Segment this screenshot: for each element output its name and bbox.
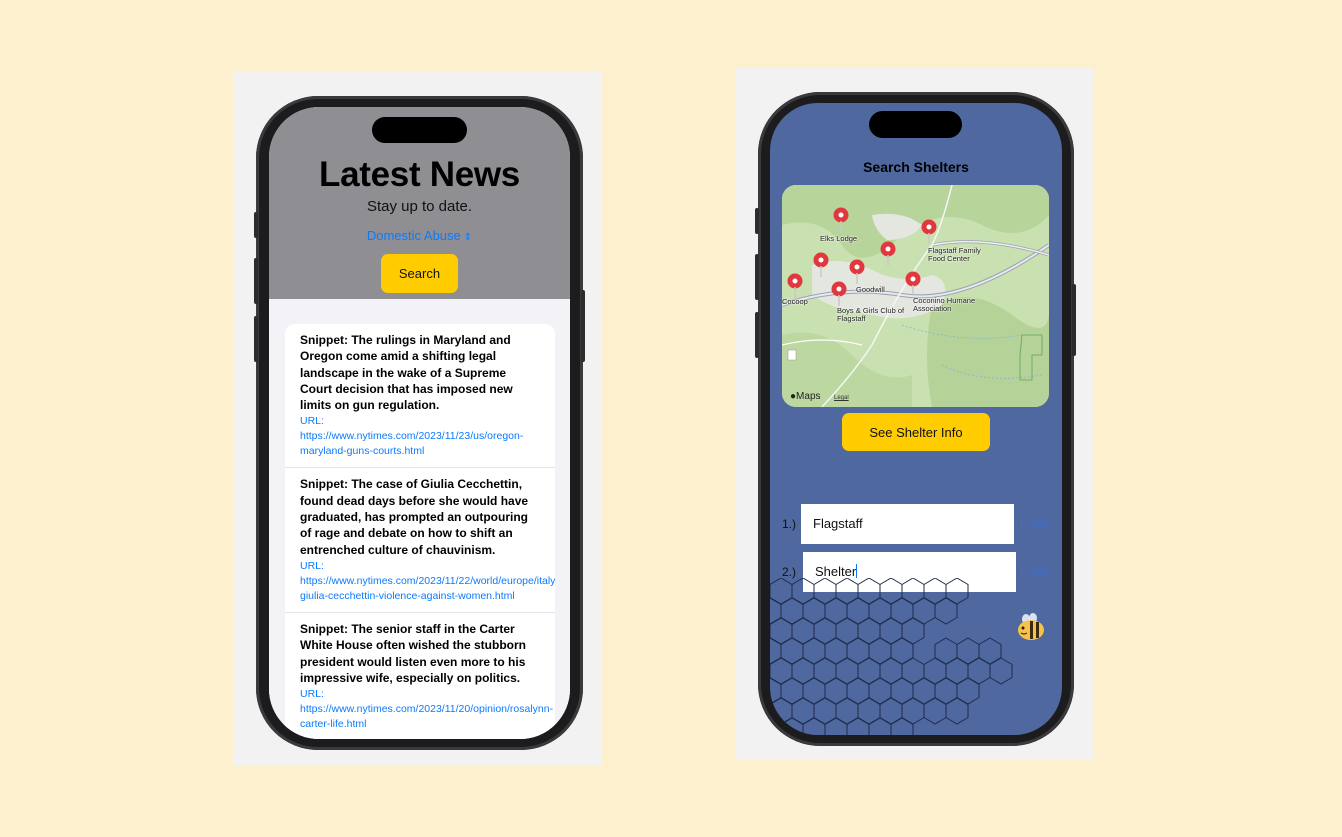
news-screen: Latest News Stay up to date. Domestic Ab… — [269, 107, 570, 739]
topic-picker[interactable]: Domestic Abuse ⇕ — [269, 228, 570, 243]
list-item[interactable]: Snippet: The senior staff in the Carter … — [285, 613, 555, 739]
map-pin-icon[interactable] — [831, 281, 847, 307]
map-place-label: Cocoop — [782, 297, 808, 306]
phone-side-button — [755, 208, 759, 234]
shelter-screen: Search Shelters Elks Lodge Flagstaff Fam… — [770, 103, 1062, 735]
city-input-value: Flagstaff — [813, 516, 863, 531]
news-list[interactable]: Snippet: The rulings in Maryland and Ore… — [285, 324, 555, 739]
map-place-label: Flagstaff Family Food Center — [928, 246, 981, 263]
article-snippet: Snippet: The senior staff in the Carter … — [300, 621, 526, 685]
article-snippet: Snippet: The case of Giulia Cecchettin, … — [300, 477, 529, 557]
phone-volume-down-button — [254, 316, 258, 362]
enter-category-button[interactable]: Enter — [1020, 565, 1049, 579]
phone-power-button — [1072, 284, 1076, 356]
list-item[interactable]: Snippet: The rulings in Maryland and Ore… — [285, 324, 555, 469]
map-place-label: Goodwill — [856, 285, 885, 294]
search-button[interactable]: Search — [381, 254, 458, 293]
maps-brand-text: Maps — [796, 391, 821, 402]
map-place-label: Boys & Girls Club of Flagstaff — [837, 306, 905, 323]
map-pin-icon[interactable] — [921, 219, 937, 245]
page-title: Latest News — [319, 155, 520, 194]
phone-volume-up-button — [755, 254, 759, 300]
map-pin-icon[interactable] — [787, 273, 803, 299]
enter-city-button[interactable]: Enter — [1020, 517, 1049, 531]
field-number: 2.) — [782, 565, 797, 579]
text-cursor — [856, 564, 858, 578]
page-title: Search Shelters — [863, 159, 969, 175]
news-body: Snippet: The rulings in Maryland and Ore… — [269, 299, 570, 739]
category-input-value: Shelter — [815, 564, 857, 579]
page-subtitle: Stay up to date. — [366, 198, 473, 215]
chevron-up-down-icon: ⇕ — [463, 232, 473, 243]
map-pin-icon[interactable] — [833, 207, 849, 233]
map-pin-icon[interactable] — [905, 271, 921, 297]
city-input[interactable]: Flagstaff — [801, 504, 1014, 544]
maps-brand-logo: ●Maps — [790, 391, 821, 402]
map-pin-icon[interactable] — [849, 259, 865, 285]
phone-power-button — [581, 290, 585, 362]
map-pin-icon[interactable] — [813, 252, 829, 278]
honeycomb-decoration — [770, 578, 1013, 735]
article-url-link[interactable]: URL: https://www.nytimes.com/2023/11/22/… — [300, 559, 555, 604]
topic-picker-value: Domestic Abuse — [366, 228, 461, 243]
bee-icon — [1018, 613, 1044, 640]
map-place-label: Coconino Humane Association — [913, 296, 976, 313]
maps-legal-link[interactable]: Legal — [834, 395, 849, 401]
list-item[interactable]: Snippet: The case of Giulia Cecchettin, … — [285, 468, 555, 613]
article-snippet: Snippet: The rulings in Maryland and Ore… — [300, 333, 513, 413]
article-url-link[interactable]: URL: https://www.nytimes.com/2023/11/20/… — [300, 687, 553, 732]
article-url-link[interactable]: URL: https://www.nytimes.com/2023/11/23/… — [300, 414, 541, 459]
phone-volume-up-button — [254, 258, 258, 304]
map-pin-icon[interactable] — [880, 241, 896, 267]
field-number: 1.) — [782, 517, 797, 531]
see-shelter-info-button[interactable]: See Shelter Info — [842, 413, 990, 451]
dynamic-island — [372, 117, 467, 143]
shelter-map[interactable]: Elks Lodge Flagstaff Family Food Center … — [782, 185, 1049, 407]
phone-side-button — [254, 212, 258, 238]
map-place-label: Elks Lodge — [820, 234, 858, 243]
dynamic-island — [869, 111, 962, 138]
phone-volume-down-button — [755, 312, 759, 358]
